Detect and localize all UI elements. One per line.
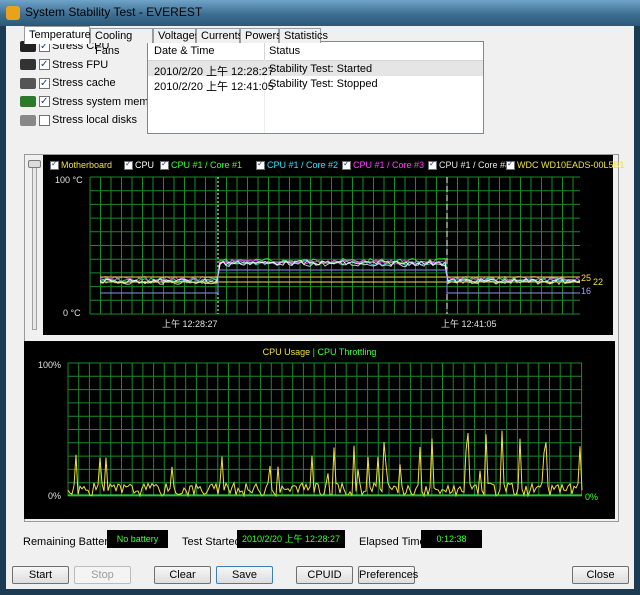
temperature-graph: MotherboardCPUCPU #1 / Core #1CPU #1 / C… — [43, 155, 625, 335]
temp-x-mark-start: 上午 12:28:27 — [162, 319, 218, 329]
temp-end-value-c: 16 — [581, 286, 592, 296]
tab-statistics[interactable]: Statistics — [279, 28, 328, 43]
cpuid-button[interactable]: CPUID — [296, 566, 353, 584]
stress-option-label: Stress cache — [52, 77, 116, 89]
column-date-time[interactable]: Date & Time — [154, 45, 215, 57]
temperature-plot — [89, 176, 581, 315]
test-started-label: Test Started: — [182, 536, 244, 548]
graph-scale-slider[interactable] — [28, 160, 41, 332]
log-status: Stability Test: Started — [269, 63, 373, 75]
stress-option-checkbox[interactable] — [39, 76, 50, 92]
title-bar[interactable]: System Stability Test - EVEREST — [0, 0, 640, 26]
fpu-icon — [20, 59, 36, 71]
memory-icon — [20, 96, 36, 108]
log-row[interactable]: 2010/2/20 上午 12:41:05 Stability Test: St… — [148, 76, 483, 93]
stress-option-label: Stress local disks — [52, 114, 137, 126]
stress-option[interactable]: Stress system memory — [20, 94, 164, 110]
temp-end-value-a: 25 — [581, 273, 592, 283]
log-status: Stability Test: Stopped — [269, 78, 378, 90]
window-title: System Stability Test - EVEREST — [25, 5, 203, 19]
elapsed-time-value: 0:12:38 — [421, 530, 482, 548]
temp-end-value-b: 22 — [593, 277, 604, 287]
log-row[interactable]: 2010/2/20 上午 12:28:27 Stability Test: St… — [148, 61, 483, 78]
elapsed-time-label: Elapsed Time: — [359, 536, 429, 548]
temp-x-mark-stop: 上午 12:41:05 — [441, 319, 497, 329]
test-started-value: 2010/2/20 上午 12:28:27 — [237, 530, 345, 548]
tab-currents[interactable]: Currents — [196, 28, 243, 43]
close-button[interactable]: Close — [572, 566, 629, 584]
tab-voltages[interactable]: Voltages — [153, 28, 200, 43]
stability-test-window: Stress CPUStress FPUStress cacheStress s… — [6, 26, 634, 589]
tab-powers[interactable]: Powers — [240, 28, 282, 43]
cache-icon — [20, 77, 36, 89]
battery-label: Remaining Battery: — [23, 536, 117, 548]
tab-cooling-fans[interactable]: Cooling Fans — [90, 28, 153, 57]
clear-button[interactable]: Clear — [154, 566, 211, 584]
start-button[interactable]: Start — [12, 566, 69, 584]
log-datetime: 2010/2/20 上午 12:41:05 — [154, 81, 274, 93]
battery-value: No battery — [107, 530, 168, 548]
column-status[interactable]: Status — [269, 45, 300, 57]
stress-option-checkbox[interactable] — [39, 57, 50, 73]
cpu-usage-graph: CPU Usage | CPU Throttling 100% 0% 0% — [24, 341, 615, 519]
stress-option-checkbox[interactable] — [39, 94, 50, 110]
stop-button[interactable]: Stop — [74, 566, 131, 584]
disk-icon — [20, 114, 36, 126]
stress-option-checkbox[interactable] — [39, 114, 50, 126]
preferences-button[interactable]: Preferences — [358, 566, 418, 584]
tab-temperatures[interactable]: Temperatures — [24, 26, 96, 44]
test-log-list[interactable]: Date & Time Status 2010/2/20 上午 12:28:27… — [147, 41, 484, 134]
stress-option[interactable]: Stress local disks — [20, 112, 137, 128]
stress-option-label: Stress FPU — [52, 58, 109, 71]
slider-thumb[interactable] — [28, 160, 41, 168]
log-header: Date & Time Status — [148, 42, 483, 61]
cpu-end-value: 0% — [585, 492, 599, 502]
stress-option[interactable]: Stress cache — [20, 75, 116, 92]
cpu-usage-plot — [67, 362, 583, 498]
save-button[interactable]: Save — [216, 566, 273, 584]
everest-app-icon — [6, 6, 20, 20]
